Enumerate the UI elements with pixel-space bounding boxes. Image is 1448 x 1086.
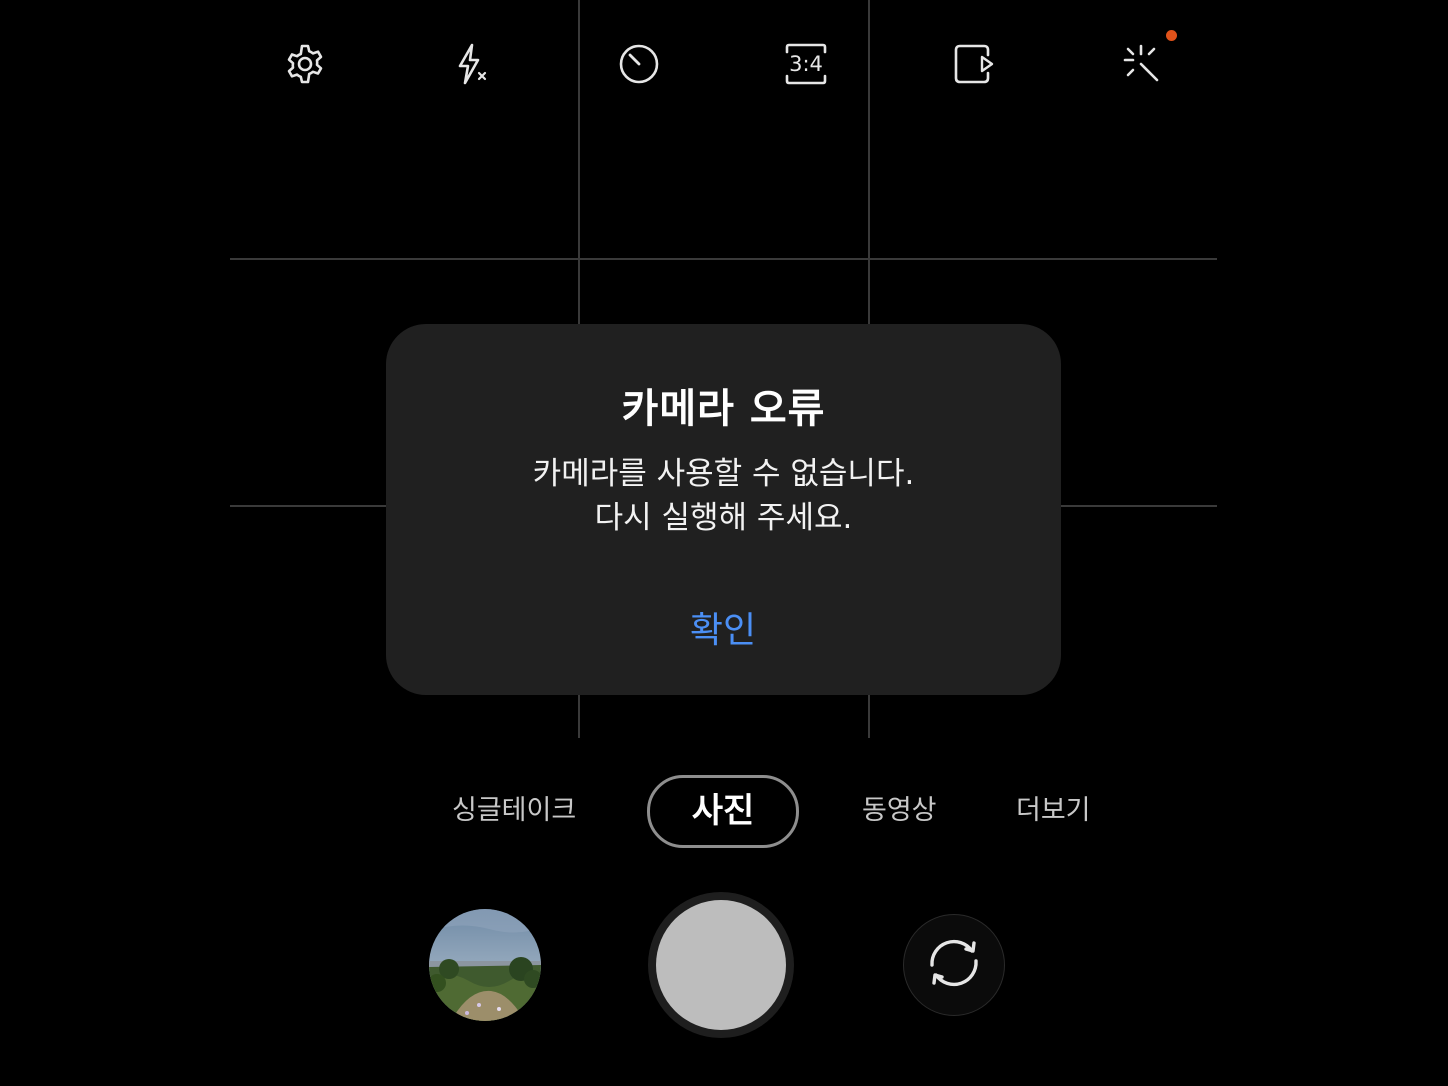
notification-dot (1166, 30, 1177, 41)
motion-photo-button[interactable] (946, 36, 1002, 92)
grid-line-v2-lower (868, 695, 870, 738)
aspect-ratio-button[interactable]: 3:4 (778, 36, 834, 92)
filter-effects-icon (1119, 42, 1163, 86)
shutter-inner (656, 900, 786, 1030)
landscape-thumbnail-image (429, 909, 541, 1021)
flash-button[interactable] (442, 36, 498, 92)
grid-line-v1-lower (578, 695, 580, 738)
dialog-message-line1: 카메라를 사용할 수 없습니다. (532, 456, 915, 492)
camera-error-dialog: 카메라 오류 카메라를 사용할 수 없습니다. 다시 실행해 주세요. 확인 (386, 324, 1061, 695)
mode-photo[interactable]: 사진 (647, 775, 799, 848)
ok-button[interactable]: 확인 (673, 606, 773, 656)
grid-line-h2-left (230, 505, 386, 507)
mode-video[interactable]: 동영상 (862, 790, 937, 832)
mode-single-take[interactable]: 싱글테이크 (452, 790, 576, 832)
camera-screen: 3:4 카메라 오류 카메라를 사용할 수 없습니다. 다시 실행해 주세요. … (0, 0, 1448, 1086)
grid-line-v2 (868, 0, 870, 324)
filters-button[interactable] (1113, 36, 1169, 92)
dialog-message: 카메라를 사용할 수 없습니다. 다시 실행해 주세요. (386, 452, 1061, 540)
motion-photo-icon (952, 42, 996, 86)
timer-button[interactable] (611, 36, 667, 92)
mode-more[interactable]: 더보기 (1016, 790, 1091, 832)
grid-line-h2-right (1061, 505, 1217, 507)
dialog-title: 카메라 오류 (621, 386, 826, 432)
aspect-ratio-label: 3:4 (789, 52, 823, 76)
gallery-thumbnail[interactable] (429, 909, 541, 1021)
grid-line-h1 (230, 258, 1217, 260)
aspect-ratio-icon: 3:4 (784, 42, 828, 86)
grid-line-v1 (578, 0, 580, 324)
switch-camera-button[interactable] (903, 914, 1005, 1016)
dialog-message-line2: 다시 실행해 주세요. (594, 500, 853, 536)
settings-button[interactable] (277, 36, 333, 92)
settings-icon (283, 42, 327, 86)
switch-camera-icon (922, 931, 986, 999)
timer-icon (617, 42, 661, 86)
shutter-button[interactable] (648, 892, 794, 1038)
flash-off-icon (448, 42, 492, 86)
